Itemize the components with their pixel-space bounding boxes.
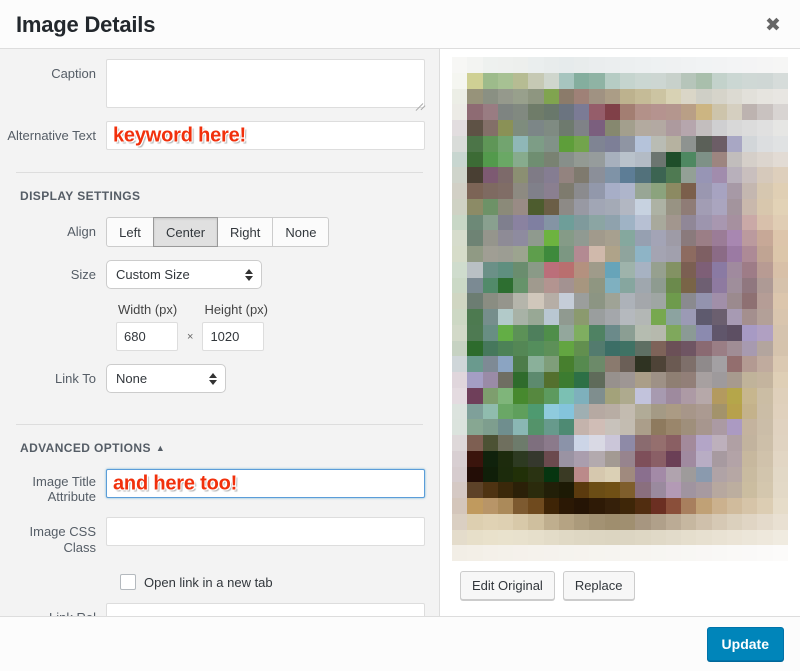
modal-body: Caption Alternative Text keyword he (0, 49, 800, 617)
link-to-select-value: None (116, 371, 147, 386)
display-settings-heading-label: DISPLAY SETTINGS (20, 189, 140, 203)
size-select[interactable]: Custom Size (106, 260, 262, 289)
dimension-separator: × (178, 331, 202, 351)
alt-text-input[interactable] (106, 121, 425, 150)
close-icon[interactable]: ✖ (754, 6, 792, 44)
image-css-class-row: Image CSS Class (0, 517, 439, 556)
width-input[interactable] (116, 322, 178, 351)
size-select-value: Custom Size (116, 267, 190, 282)
image-details-modal: Image Details ✖ Caption (0, 0, 800, 671)
preview-panel: Edit Original Replace (440, 49, 800, 616)
image-title-attribute-field-wrap: and here too! (106, 469, 425, 498)
link-to-label: Link To (0, 364, 106, 387)
dimensions-row: Width (px) × Height (px) (0, 302, 439, 351)
settings-scroll-area[interactable]: Caption Alternative Text keyword he (0, 49, 439, 616)
align-row: Align Left Center Right None (0, 217, 439, 247)
align-field-wrap: Left Center Right None (106, 217, 425, 247)
size-label: Size (0, 260, 106, 283)
align-option-right[interactable]: Right (218, 217, 273, 247)
caption-label: Caption (0, 59, 106, 82)
image-title-attribute-label: Image TitleAttribute (0, 469, 106, 504)
image-title-attribute-row: Image TitleAttribute and here too! (0, 469, 439, 504)
align-label: Align (0, 217, 106, 240)
caption-field-wrap (106, 59, 425, 108)
link-to-select[interactable]: None (106, 364, 226, 393)
image-title-attribute-label-line2: Attribute (48, 489, 96, 504)
height-input[interactable] (202, 322, 264, 351)
open-new-tab-label: Open link in a new tab (144, 575, 273, 590)
advanced-options-heading-label: ADVANCED OPTIONS (20, 441, 151, 455)
width-label: Width (px) (116, 302, 178, 317)
image-css-class-field-wrap (106, 517, 425, 546)
link-to-row: Link To None (0, 364, 439, 393)
collapse-caret-icon: ▲ (156, 443, 165, 453)
image-action-buttons: Edit Original Replace (452, 561, 788, 600)
image-css-class-label: Image CSS Class (0, 517, 106, 556)
height-label: Height (px) (202, 302, 268, 317)
size-field-wrap: Custom Size (106, 260, 425, 289)
image-title-attribute-label-line1: Image Title (32, 474, 96, 489)
align-button-group: Left Center Right None (106, 217, 425, 247)
caption-input[interactable] (106, 59, 425, 108)
replace-button[interactable]: Replace (563, 571, 635, 600)
edit-original-button[interactable]: Edit Original (460, 571, 555, 600)
alt-text-label: Alternative Text (0, 121, 106, 144)
align-option-center[interactable]: Center (153, 217, 218, 247)
image-preview-mosaic (452, 57, 788, 561)
link-rel-row: Link Rel (0, 603, 439, 616)
align-option-left[interactable]: Left (106, 217, 154, 247)
open-new-tab-checkbox[interactable] (120, 574, 136, 590)
link-to-field-wrap: None (106, 364, 425, 393)
page-title: Image Details (16, 11, 155, 39)
link-rel-input[interactable] (106, 603, 425, 616)
width-col: Width (px) (116, 302, 178, 351)
link-rel-field-wrap (106, 603, 425, 616)
modal-footer: Update (0, 617, 800, 671)
chevron-updown-icon (245, 268, 253, 282)
link-rel-label: Link Rel (0, 603, 106, 616)
image-preview (452, 57, 788, 561)
chevron-updown-icon (209, 372, 217, 386)
caption-row: Caption (0, 59, 439, 108)
display-settings-heading: DISPLAY SETTINGS (0, 173, 439, 217)
image-title-attribute-input[interactable] (106, 469, 425, 498)
height-col: Height (px) (202, 302, 268, 351)
size-row: Size Custom Size (0, 260, 439, 289)
align-option-none[interactable]: None (273, 217, 329, 247)
update-button[interactable]: Update (707, 627, 784, 661)
modal-header: Image Details ✖ (0, 0, 800, 49)
open-new-tab-row: Open link in a new tab (0, 574, 439, 590)
image-css-class-input[interactable] (106, 517, 425, 546)
alt-text-row: Alternative Text keyword here! (0, 121, 439, 150)
advanced-options-heading[interactable]: ADVANCED OPTIONS ▲ (0, 425, 439, 469)
settings-panel: Caption Alternative Text keyword he (0, 49, 440, 616)
alt-text-field-wrap: keyword here! (106, 121, 425, 150)
